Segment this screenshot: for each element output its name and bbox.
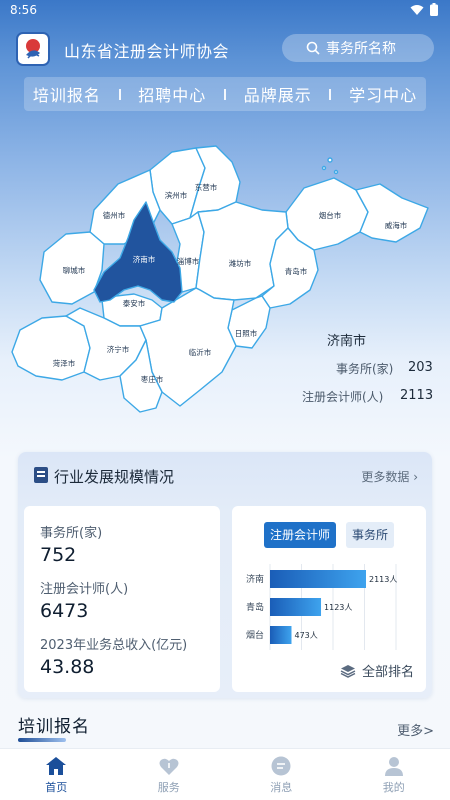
report-icon (34, 467, 48, 483)
nav-divider (329, 88, 332, 100)
ranking-value-label: 1123人 (324, 603, 352, 612)
map-city-label: 东营市 (195, 182, 218, 192)
ranking-value-label: 473人 (294, 631, 317, 640)
more-data-label: 更多数据 (361, 470, 410, 484)
stat-cpa-label: 注册会计师(人) (40, 582, 129, 597)
stat-revenue-value: 43.88 (40, 656, 95, 678)
app-logo (16, 32, 50, 66)
map-city-label: 滨州市 (165, 190, 188, 200)
nav-divider (118, 88, 121, 100)
map-city-label: 泰安市 (123, 298, 146, 308)
battery-icon (430, 3, 438, 16)
map-svg: 滨州市东营市德州市 烟台市威海市聊城市济南市 淄博市 潍坊市青岛市泰安市日照市菏泽市济… (11, 145, 429, 413)
map-city-label: 济南市 (133, 254, 156, 264)
training-section-title: 培训报名 (18, 717, 90, 737)
industry-scale-title: 行业发展规模情况 (54, 468, 175, 486)
industry-scale-card: 行业发展规模情况 更多数据 › 事务所(家) 752 注册会计师(人) 6473… (18, 452, 432, 698)
bottom-nav-service[interactable]: 服务 (113, 749, 226, 800)
message-icon (271, 756, 291, 776)
bottom-nav-messages[interactable]: 消息 (225, 749, 338, 800)
status-bar: 8:56 (0, 0, 450, 22)
bottom-nav-service-label: 服务 (157, 781, 180, 794)
layers-icon (340, 664, 356, 678)
map-island (321, 165, 327, 171)
city-cpa-label: 注册会计师(人) (302, 390, 384, 404)
map-city-label: 潍坊市 (229, 258, 252, 268)
app-title: 山东省注册会计师协会 (64, 42, 230, 61)
nav-training[interactable]: 培训报名 (33, 82, 101, 106)
bottom-nav-home-label: 首页 (45, 781, 68, 794)
map-city-label: 聊城市 (63, 265, 86, 275)
map-city-label: 临沂市 (189, 347, 212, 357)
all-ranking-label: 全部排名 (361, 665, 414, 680)
status-time: 8:56 (10, 3, 37, 17)
map-island (327, 157, 333, 163)
all-ranking-button[interactable]: 全部排名 (340, 661, 414, 680)
city-cpa-value: 2113 (400, 388, 434, 403)
city-firms-label: 事务所(家) (336, 362, 394, 376)
more-data-link[interactable]: 更多数据 › (361, 468, 418, 485)
ranking-bar (270, 626, 292, 644)
bottom-nav-home[interactable]: 首页 (0, 749, 113, 800)
map-city-label: 济宁市 (107, 344, 130, 354)
tab-cpa[interactable]: 注册会计师 (264, 522, 336, 548)
ranking-value-label: 2113人 (369, 575, 397, 584)
tab-firms[interactable]: 事务所 (346, 522, 394, 548)
chevron-right-icon: › (413, 470, 418, 484)
app-header: 山东省注册会计师协会 事务所名称 (14, 30, 434, 68)
logo-emblem-icon (26, 39, 40, 59)
stat-revenue-label: 2023年业务总收入(亿元) (40, 638, 188, 653)
map-city-label: 枣庄市 (141, 374, 164, 384)
city-firms-value: 203 (408, 360, 433, 375)
map-city-label: 德州市 (103, 210, 126, 220)
ranking-chart: 济南 2113人青岛 1123人烟台 473人 (246, 564, 397, 650)
bottom-nav-profile-label: 我的 (382, 781, 405, 794)
bottom-nav: 首页 服务 消息 我的 (0, 748, 450, 800)
section-underline (18, 738, 66, 742)
map-region-rizhao[interactable] (227, 295, 271, 349)
bottom-nav-messages-label: 消息 (270, 781, 293, 794)
status-icons (410, 3, 438, 16)
ranking-city-label: 烟台 (246, 629, 264, 641)
map-city-label: 菏泽市 (53, 358, 76, 368)
selected-city-name: 济南市 (326, 334, 366, 349)
ranking-city-label: 青岛 (246, 601, 264, 613)
map-city-label: 威海市 (385, 220, 408, 230)
search-icon (306, 41, 320, 55)
search-input[interactable]: 事务所名称 (282, 34, 434, 62)
map-city-label: 淄博市 (177, 256, 200, 266)
nav-learning[interactable]: 学习中心 (349, 82, 417, 106)
stat-firms-label: 事务所(家) (40, 526, 103, 541)
ranking-panel: 注册会计师 事务所 济南 2113人青岛 1123人烟台 473人 全部排名 (232, 506, 426, 692)
stat-firms-value: 752 (40, 544, 77, 566)
map-city-label: 青岛市 (285, 266, 308, 276)
bottom-nav-profile[interactable]: 我的 (338, 749, 450, 800)
map-city-label: 烟台市 (319, 210, 342, 220)
top-nav: 培训报名 招聘中心 品牌展示 学习中心 (24, 77, 426, 111)
user-icon (384, 757, 403, 776)
stats-panel: 事务所(家) 752 注册会计师(人) 6473 2023年业务总收入(亿元) … (24, 506, 220, 692)
shandong-map: 滨州市 东营市 德州市 烟台市 威海市 聊城市 济南市 淄博市 潍坊市 青岛市 泰安市 日照市 菏泽市济… (0, 140, 450, 430)
wifi-icon (410, 4, 424, 15)
ranking-bar (270, 598, 322, 616)
home-icon (46, 757, 67, 775)
map-city-label: 日照市 (235, 328, 258, 338)
nav-recruitment[interactable]: 招聘中心 (138, 82, 206, 106)
nav-brand[interactable]: 品牌展示 (244, 82, 312, 106)
training-more-link[interactable]: 更多> (397, 720, 434, 739)
map-island (333, 169, 339, 175)
search-placeholder: 事务所名称 (326, 41, 396, 57)
map-region-heze[interactable] (11, 315, 91, 381)
ranking-city-label: 济南 (246, 573, 264, 585)
heart-icon (159, 758, 179, 775)
nav-divider (223, 88, 226, 100)
ranking-bar (270, 570, 366, 588)
stat-cpa-value: 6473 (40, 600, 89, 622)
